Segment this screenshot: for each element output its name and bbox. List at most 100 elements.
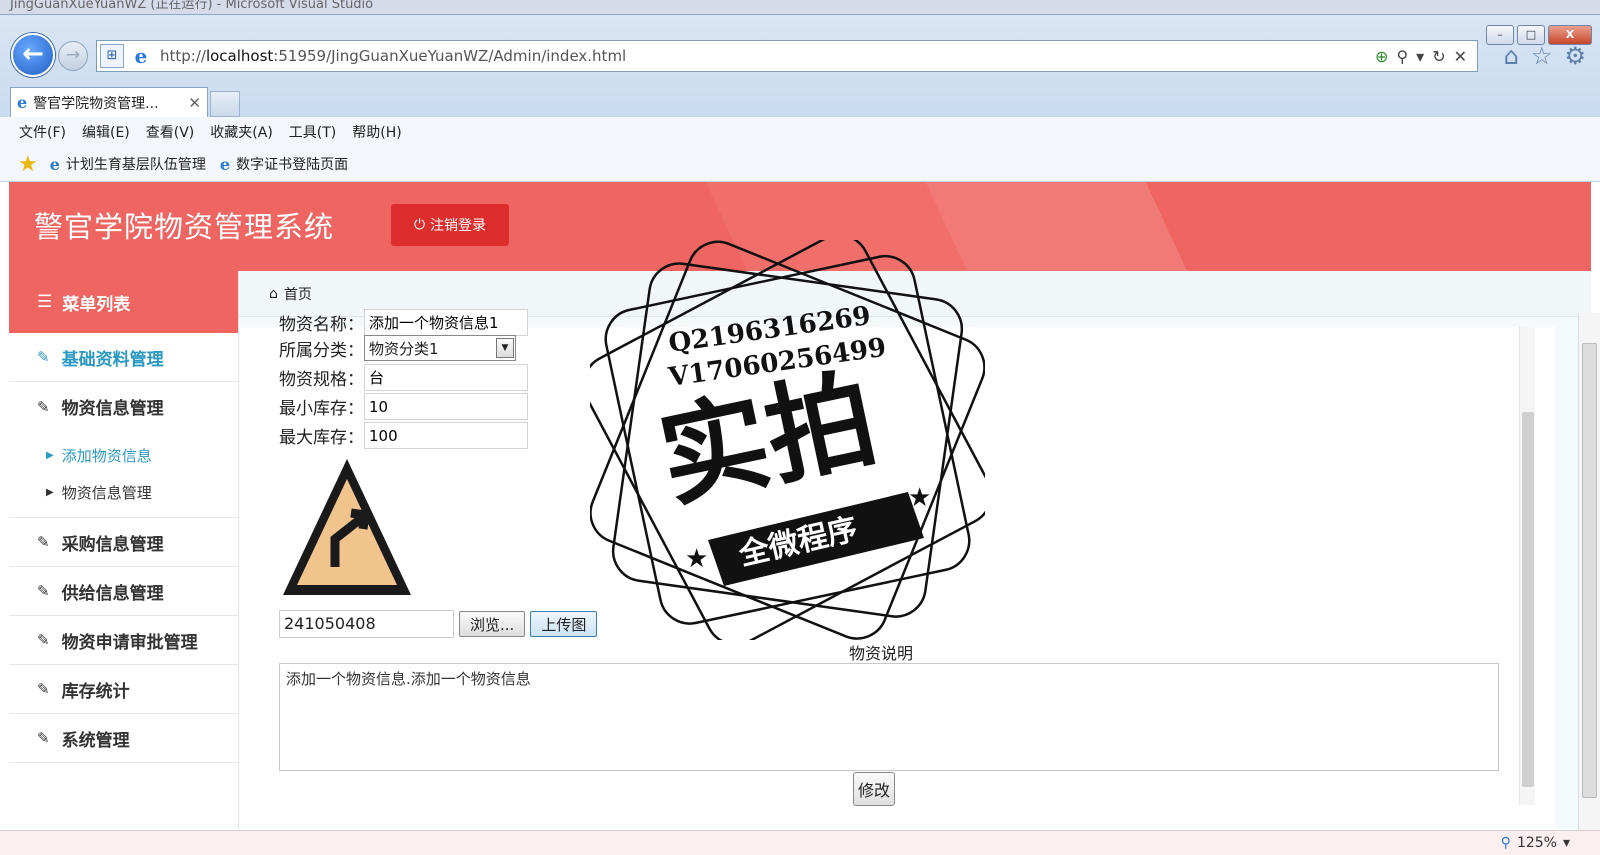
caret-right-icon: ▶ xyxy=(46,487,54,498)
menu-favorites[interactable]: 收藏夹(A) xyxy=(210,122,273,142)
zoom-level: 125% xyxy=(1516,835,1557,851)
home-icon: ⌂ xyxy=(269,285,278,302)
chevron-down-icon[interactable]: ▾ xyxy=(1416,47,1424,66)
sidebar-item-label: 基础资料管理 xyxy=(61,349,164,370)
name-label: 物资名称： xyxy=(279,315,364,335)
compat-view-icon[interactable]: ⊞ xyxy=(100,44,124,68)
url-suffix: :51959/JingGuanXueYuanWZ/Admin/index.htm… xyxy=(273,47,627,65)
gear-icon[interactable]: ⚙ xyxy=(1564,42,1586,70)
dropdown-arrow-icon[interactable]: ▼ xyxy=(496,338,514,358)
sidebar-item-basic-data[interactable]: ✎ 基础资料管理 xyxy=(9,333,238,382)
sidebar-item-label: 物资申请审批管理 xyxy=(61,632,198,653)
edit-icon: ✎ xyxy=(37,397,50,416)
tab-close-icon[interactable]: ✕ xyxy=(188,94,201,112)
url-host: localhost xyxy=(205,47,274,65)
scrollbar-thumb[interactable] xyxy=(1582,343,1597,798)
tab-title: 警官学院物资管理... xyxy=(33,95,159,112)
ie-page-icon: e xyxy=(219,154,231,174)
warning-sign-image xyxy=(283,459,411,595)
ie-page-icon: e xyxy=(17,93,28,112)
favorite-link-2[interactable]: 数字证书登陆页面 xyxy=(236,154,348,174)
sidebar-item-supply[interactable]: ✎ 供给信息管理 xyxy=(9,567,238,616)
sidebar-item-label: 物资信息管理 xyxy=(61,399,164,419)
sidebar-heading: ☰ 菜单列表 xyxy=(9,271,238,333)
logout-button[interactable]: ⏻ 注销登录 xyxy=(391,204,509,246)
sidebar-item-approval[interactable]: ✎ 物资申请审批管理 xyxy=(9,616,238,665)
sidebar-item-purchase[interactable]: ✎ 采购信息管理 xyxy=(9,518,238,567)
category-label: 所属分类： xyxy=(279,340,364,361)
address-bar[interactable]: ⊞ e http://localhost:51959/JingGuanXueYu… xyxy=(96,40,1478,72)
chevron-down-icon[interactable]: ▾ xyxy=(1563,835,1570,851)
name-input[interactable] xyxy=(364,309,528,336)
sidebar-item-system[interactable]: ✎ 系统管理 xyxy=(9,714,238,763)
category-select[interactable]: 物资分类1 ▼ xyxy=(364,335,516,361)
zoom-control[interactable]: ⚲ 125% ▾ xyxy=(1501,835,1570,851)
stop-icon[interactable]: ✕ xyxy=(1454,47,1467,66)
page-scrollbar[interactable] xyxy=(1578,313,1600,833)
forward-button[interactable]: → xyxy=(58,41,88,71)
address-url[interactable]: http://localhost:51959/JingGuanXueYuanWZ… xyxy=(160,47,1375,65)
favorite-link-1[interactable]: 计划生育基层队伍管理 xyxy=(66,154,206,174)
file-path-input[interactable]: 241050408 xyxy=(279,610,454,638)
sidebar-item-label: 系统管理 xyxy=(61,730,130,751)
sidebar-sub-add-material[interactable]: ▶ 添加物资信息 xyxy=(9,437,238,474)
name-row: 物资名称： xyxy=(279,309,528,336)
tab-active[interactable]: e 警官学院物资管理... ✕ xyxy=(10,87,208,117)
sidebar-sub-label: 添加物资信息 xyxy=(61,447,152,465)
modify-button[interactable]: 修改 xyxy=(853,772,896,806)
sidebar: ☰ 菜单列表 ✎ 基础资料管理 ✎ 物资信息管理 ▶ 添加物资信息 ▶ 物资信息… xyxy=(9,271,239,829)
sidebar-item-inventory[interactable]: ✎ 库存统计 xyxy=(9,665,238,714)
tab-strip: e 警官学院物资管理... ✕ xyxy=(10,87,240,117)
menu-help[interactable]: 帮助(H) xyxy=(352,122,401,142)
address-tools: ⊕ ⚲ ▾ ↻ ✕ xyxy=(1375,47,1467,66)
sidebar-item-label: 采购信息管理 xyxy=(61,534,164,555)
min-stock-label: 最小库存： xyxy=(279,399,364,419)
vs-caption: JingGuanXueYuanWZ (正在运行) - Microsoft Vis… xyxy=(10,0,374,12)
refresh-icon[interactable]: ↻ xyxy=(1432,47,1445,66)
logout-label: 注销登录 xyxy=(430,218,487,234)
favorites-star-icon[interactable]: ☆ xyxy=(1531,42,1553,70)
min-stock-row: 最小库存： xyxy=(279,393,528,420)
menu-view[interactable]: 查看(V) xyxy=(146,122,195,142)
list-icon: ☰ xyxy=(37,292,53,312)
breadcrumb-home[interactable]: 首页 xyxy=(284,284,312,304)
min-stock-input[interactable] xyxy=(364,393,528,420)
max-stock-label: 最大库存： xyxy=(279,428,364,448)
favorites-bar: ★ e 计划生育基层队伍管理 e 数字证书登陆页面 xyxy=(0,147,1600,181)
scrollbar-thumb[interactable] xyxy=(1522,412,1534,787)
menu-file[interactable]: 文件(F) xyxy=(19,122,66,142)
web-page: 警官学院物资管理系统 ⏻ 注销登录 ☰ 菜单列表 ✎ 基础资料管理 ✎ 物资信息… xyxy=(9,182,1591,829)
menu-tools[interactable]: 工具(T) xyxy=(289,122,336,142)
description-textarea[interactable]: 添加一个物资信息.添加一个物资信息 xyxy=(279,663,1499,771)
menu-bar: 文件(F) 编辑(E) 查看(V) 收藏夹(A) 工具(T) 帮助(H) xyxy=(0,117,1600,147)
edit-icon: ✎ xyxy=(37,729,50,747)
app-header: 警官学院物资管理系统 ⏻ 注销登录 xyxy=(9,182,1591,271)
home-icon[interactable]: ⌂ xyxy=(1504,42,1519,70)
category-row: 所属分类： 物资分类1 ▼ xyxy=(279,335,516,361)
search-icon[interactable]: ⚲ xyxy=(1396,47,1408,66)
menu-edit[interactable]: 编辑(E) xyxy=(82,122,130,142)
spec-input[interactable] xyxy=(364,364,528,391)
back-button[interactable]: ← xyxy=(11,33,55,77)
caret-right-icon: ▶ xyxy=(46,450,54,461)
description-label: 物资说明 xyxy=(849,644,914,663)
category-value: 物资分类1 xyxy=(369,339,439,358)
upload-button[interactable]: 上传图 xyxy=(530,611,598,637)
favorites-star-icon[interactable]: ★ xyxy=(18,152,38,177)
max-stock-input[interactable] xyxy=(364,422,528,449)
sidebar-item-label: 库存统计 xyxy=(61,681,130,702)
arrow-right-icon: → xyxy=(65,45,81,65)
browse-button[interactable]: 浏览... xyxy=(459,611,526,637)
sidebar-heading-label: 菜单列表 xyxy=(62,294,131,315)
inner-scrollbar[interactable] xyxy=(1519,327,1535,805)
power-icon: ⏻ xyxy=(413,217,426,233)
status-bar: ⚲ 125% ▾ xyxy=(0,830,1600,855)
spec-row: 物资规格： xyxy=(279,364,528,391)
new-tab-button[interactable] xyxy=(210,91,240,117)
edit-icon: ✎ xyxy=(37,680,50,698)
sidebar-item-material-info[interactable]: ✎ 物资信息管理 xyxy=(9,382,238,431)
edit-icon: ✎ xyxy=(37,348,50,366)
addon-icon[interactable]: ⊕ xyxy=(1375,47,1388,66)
sidebar-sub-material-manage[interactable]: ▶ 物资信息管理 xyxy=(9,474,238,511)
edit-icon: ✎ xyxy=(37,533,50,551)
